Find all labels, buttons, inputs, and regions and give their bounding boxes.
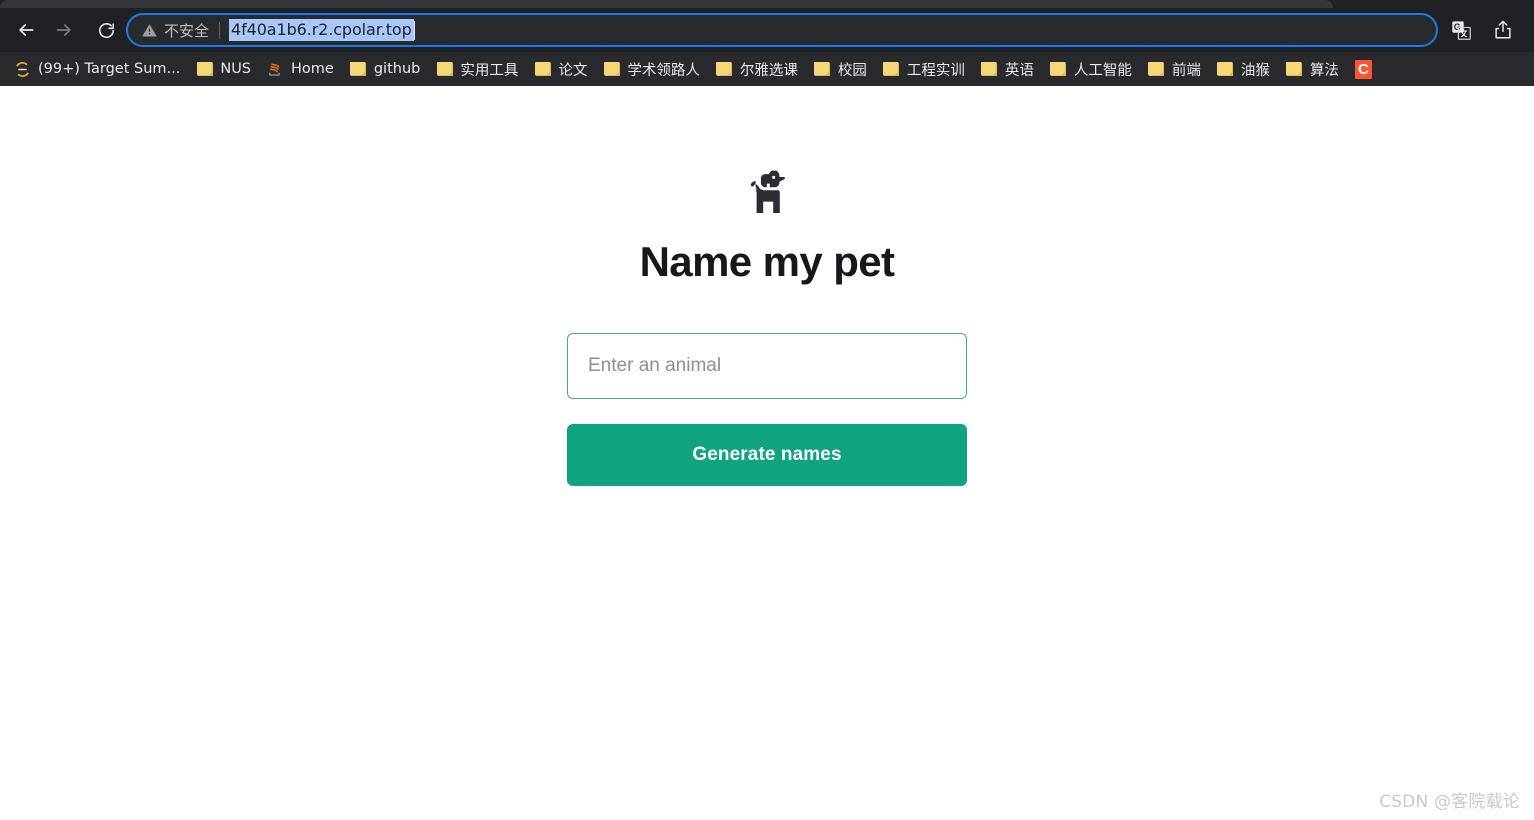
browser-chrome: 不安全 4f40a1b6.r2.cpolar.top G (99+) Targe… [0,0,1534,86]
url-text[interactable]: 4f40a1b6.r2.cpolar.top [229,19,414,41]
bookmark-item[interactable]: 校园 [806,56,875,82]
folder-icon [196,61,213,78]
bookmark-item[interactable]: (99+) Target Sum... [6,56,188,82]
tab-strip-empty-area [1333,0,1534,8]
bookmark-item[interactable]: 人工智能 [1042,56,1140,82]
bookmark-label: 学术领路人 [627,62,700,79]
bookmark-item[interactable]: 工程实训 [875,56,973,82]
folder-icon [1148,61,1165,78]
bookmark-item-csdn[interactable]: C [1347,56,1380,82]
omnibox-caret [413,20,415,40]
bookmark-label: github [373,61,421,77]
bookmark-item[interactable]: Home [259,56,342,82]
back-button[interactable] [10,14,42,46]
folder-icon [1217,61,1234,78]
pet-name-form: Generate names [567,333,967,487]
bookmark-item[interactable]: 算法 [1278,56,1347,82]
bookmark-label: 论文 [558,62,588,79]
bookmark-item[interactable]: 尔雅选课 [708,56,806,82]
folder-icon [603,61,620,78]
active-tab[interactable] [0,0,1333,8]
bookmark-label: Home [291,61,334,77]
bookmark-label: 实用工具 [460,62,519,79]
reload-button[interactable] [90,14,122,46]
app-container: Name my pet Generate names [567,90,967,487]
omnibox-divider [219,21,221,39]
folder-icon [716,61,733,78]
page-title: Name my pet [639,238,895,285]
bookmark-label: NUS [220,61,252,77]
security-status-label[interactable]: 不安全 [164,20,209,41]
share-icon[interactable] [1490,17,1516,43]
generate-names-button[interactable]: Generate names [567,424,967,487]
swirl-logo-icon [14,61,31,78]
bookmark-item[interactable]: 油猴 [1209,56,1278,82]
folder-icon [883,61,900,78]
folder-icon [1286,61,1303,78]
bookmark-label: 人工智能 [1073,62,1132,79]
forward-button[interactable] [48,14,80,46]
folder-icon [814,61,831,78]
bookmark-label: 前端 [1171,62,1201,79]
bookmark-item[interactable]: 论文 [526,56,595,82]
watermark: CSDN @客院载论 [1379,792,1520,812]
stack-logo-icon [267,61,284,78]
page-viewport: Name my pet Generate names CSDN @客院载论 [0,90,1534,820]
bookmark-label: 工程实训 [906,62,965,79]
csdn-letter: C [1354,59,1372,79]
bookmark-item[interactable]: 前端 [1140,56,1209,82]
bookmark-label: 算法 [1309,62,1339,79]
bookmark-item[interactable]: NUS [188,56,259,82]
csdn-square-icon: C [1354,59,1372,79]
toolbar-action-icons: G [1448,17,1524,43]
bookmark-label: 尔雅选课 [739,62,798,79]
reload-icon [97,21,116,40]
bookmark-label: 校园 [837,62,867,79]
translate-icon[interactable]: G [1448,17,1474,43]
bookmark-item[interactable]: 英语 [973,56,1042,82]
bookmark-item[interactable]: 实用工具 [428,56,526,82]
folder-icon [1050,61,1067,78]
address-bar[interactable]: 不安全 4f40a1b6.r2.cpolar.top [126,13,1438,47]
bookmark-item[interactable]: github [342,56,429,82]
folder-icon [350,61,367,78]
folder-icon [436,61,453,78]
arrow-left-icon [16,20,36,40]
folder-icon [981,61,998,78]
animal-input[interactable] [567,333,967,400]
warning-triangle-icon [140,21,158,39]
bookmark-item[interactable]: 学术领路人 [595,56,708,82]
bookmarks-bar: (99+) Target Sum... NUS Home github 实用工具 [0,52,1534,86]
tab-strip [0,0,1534,8]
dog-icon [567,168,967,221]
arrow-right-icon [54,20,74,40]
browser-toolbar: 不安全 4f40a1b6.r2.cpolar.top G [0,8,1534,52]
folder-icon [534,61,551,78]
bookmark-label: (99+) Target Sum... [38,61,181,77]
bookmark-label: 油猴 [1240,62,1270,79]
bookmark-label: 英语 [1004,62,1034,79]
